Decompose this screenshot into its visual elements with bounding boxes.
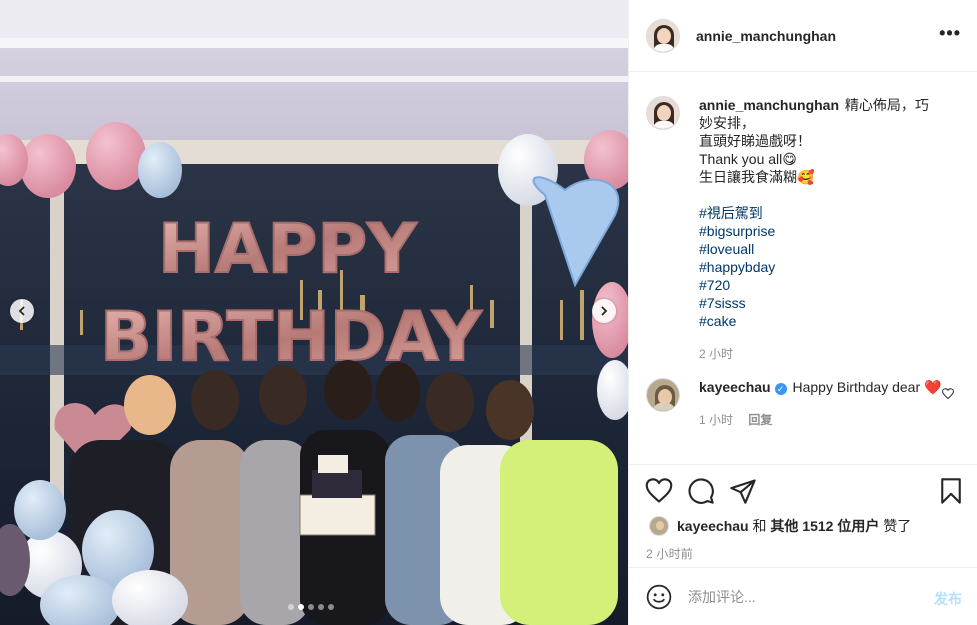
share-paper-plane-icon[interactable] [729,477,757,505]
heart-emoji: ❤️ [924,379,942,395]
hashtag-link[interactable]: #7sisss [699,294,942,312]
caption-line: 直頭好睇過戲呀！ [699,133,811,149]
more-options-icon[interactable]: ••• [939,24,961,42]
hashtag-link[interactable]: #視后駕到 [699,204,942,222]
commenter-username[interactable]: kayeechau [699,379,771,395]
chevron-left-icon [18,306,25,316]
post-comment-button[interactable]: 发布 [934,589,962,609]
chevron-right-icon [601,306,608,316]
carousel-dot [288,604,294,610]
emoji-smiley-icon[interactable] [646,584,672,610]
caption-line: Thank you all😋 [699,151,797,167]
like-comment-heart-icon[interactable] [942,388,954,400]
caption-line: 生日讓我食滿糊🥰 [699,169,815,185]
add-comment-bar: 发布 [629,567,977,625]
comment-timestamp: 1 小时 [699,413,734,427]
comment-text: Happy Birthday dear [792,379,921,395]
comments-section: annie_manchunghan 精心佈局，巧妙安排， 直頭好睇過戲呀！ Th… [629,72,977,464]
post-header: annie_manchunghan ••• [629,0,977,72]
caption: annie_manchunghan 精心佈局，巧妙安排， 直頭好睇過戲呀！ Th… [629,96,977,362]
commenter-avatar[interactable] [646,378,680,412]
likes-summary: kayeechau 和 其他 1512 位用户 赞了 [649,516,911,536]
balloon-text-happy: HAPPY [158,210,417,289]
comment-meta: 1 小时 回复 [699,411,942,428]
liker-username[interactable]: kayeechau [677,518,749,534]
post-timestamp: 2 小时前 [646,547,694,561]
carousel-dot [308,604,314,610]
carousel-dot [328,604,334,610]
hashtag-link[interactable]: #bigsurprise [699,222,942,240]
likes-count-link[interactable]: 其他 1512 位用户 [770,516,879,536]
comment-item: kayeechau ✓ Happy Birthday dear ❤️ 1 小时 回… [629,378,977,428]
comment-bubble-icon[interactable] [687,477,715,505]
caption-timestamp: 2 小时 [699,347,734,361]
hashtag-link[interactable]: #720 [699,276,942,294]
likes-suffix: 赞了 [883,518,912,534]
verified-badge-icon: ✓ [774,383,787,395]
author-username[interactable]: annie_manchunghan [696,28,836,44]
caption-meta: 2 小时 [699,345,942,362]
next-photo-button[interactable] [592,299,616,323]
carousel-dot [318,604,324,610]
birthday-party-photo: HAPPY BIRTHDAY [0,0,628,625]
previous-photo-button[interactable] [10,299,34,323]
carousel-indicator [288,604,334,610]
author-avatar[interactable] [646,18,680,53]
caption-username[interactable]: annie_manchunghan [699,97,839,113]
hashtag-link[interactable]: #cake [699,312,942,330]
hashtag-link[interactable]: #loveuall [699,240,942,258]
hashtag-link[interactable]: #happybday [699,258,942,276]
liker-avatar[interactable] [649,516,669,536]
balloon-text-birthday: BIRTHDAY [100,298,482,377]
post-detail-panel: annie_manchunghan ••• annie_manchunghan … [628,0,977,625]
save-bookmark-icon[interactable] [937,477,965,505]
likes-connector: 和 [752,518,767,534]
caption-author-avatar[interactable] [646,96,680,130]
like-heart-icon[interactable] [645,477,673,505]
carousel-dot-active [298,604,304,610]
reply-button[interactable]: 回复 [748,413,772,427]
post-photo: HAPPY BIRTHDAY [0,0,628,625]
comment-input[interactable] [688,588,908,605]
